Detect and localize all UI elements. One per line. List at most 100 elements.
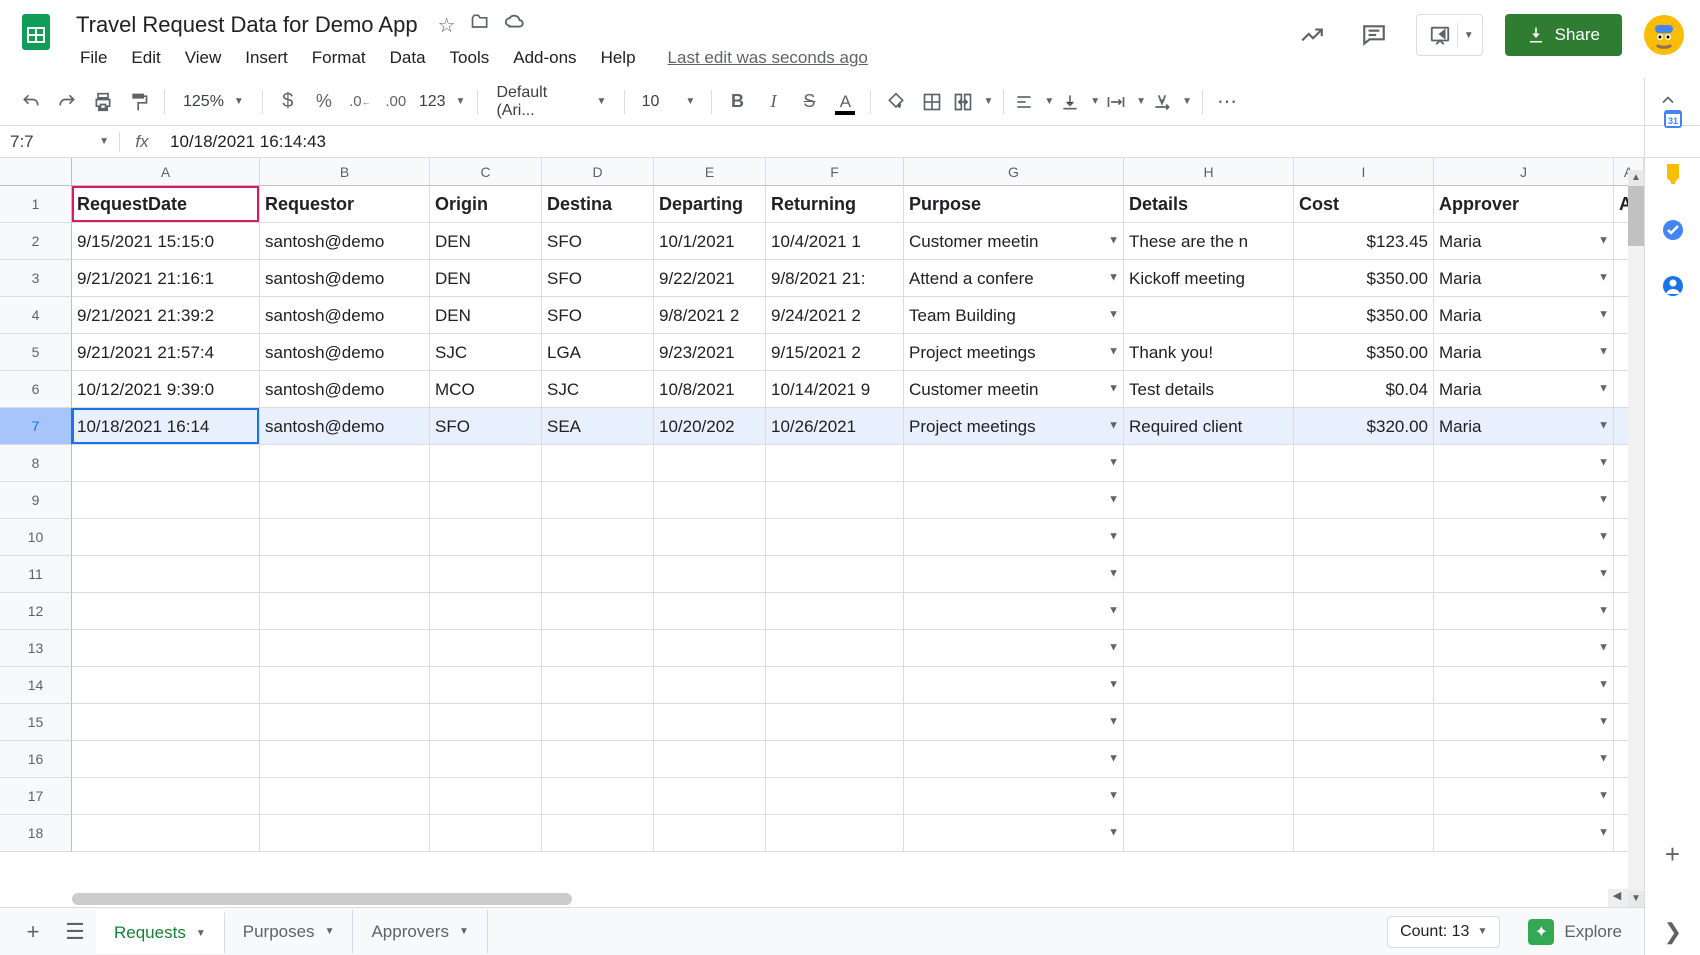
data-cell[interactable]: Maria▼ — [1434, 297, 1614, 334]
selection-summary[interactable]: Count: 13 ▼ — [1387, 916, 1500, 948]
scroll-thumb[interactable] — [1628, 186, 1644, 246]
menu-insert[interactable]: Insert — [235, 44, 298, 72]
formula-input[interactable]: 10/18/2021 16:14:43 — [164, 132, 1700, 152]
empty-cell[interactable] — [542, 556, 654, 593]
column-header[interactable]: G — [904, 158, 1124, 186]
empty-cell[interactable] — [766, 593, 904, 630]
header-cell[interactable]: Purpose — [904, 186, 1124, 223]
data-cell[interactable]: SEA — [542, 408, 654, 445]
empty-cell[interactable]: ▼ — [1434, 704, 1614, 741]
empty-cell[interactable] — [430, 482, 542, 519]
account-avatar[interactable] — [1644, 15, 1684, 55]
data-cell[interactable]: $350.00 — [1294, 334, 1434, 371]
empty-cell[interactable] — [766, 815, 904, 852]
data-cell[interactable]: LGA — [542, 334, 654, 371]
empty-cell[interactable] — [766, 704, 904, 741]
empty-cell[interactable] — [542, 741, 654, 778]
empty-cell[interactable]: ▼ — [1434, 741, 1614, 778]
empty-cell[interactable] — [260, 704, 430, 741]
last-edit-link[interactable]: Last edit was seconds ago — [668, 48, 868, 68]
column-header[interactable]: I — [1294, 158, 1434, 186]
menu-tools[interactable]: Tools — [440, 44, 500, 72]
data-cell[interactable]: 10/4/2021 1 — [766, 223, 904, 260]
row-header[interactable]: 17 — [0, 778, 72, 815]
data-cell[interactable]: SJC — [430, 334, 542, 371]
row-header[interactable]: 8 — [0, 445, 72, 482]
data-cell[interactable]: Team Building▼ — [904, 297, 1124, 334]
empty-cell[interactable] — [260, 778, 430, 815]
empty-cell[interactable]: ▼ — [904, 593, 1124, 630]
data-cell[interactable]: $350.00 — [1294, 260, 1434, 297]
empty-cell[interactable] — [430, 778, 542, 815]
print-button[interactable] — [86, 85, 120, 119]
font-size-select[interactable]: 10▼ — [633, 93, 703, 111]
empty-cell[interactable] — [1294, 704, 1434, 741]
header-cell[interactable]: Departing — [654, 186, 766, 223]
empty-cell[interactable]: ▼ — [1434, 519, 1614, 556]
data-cell[interactable]: $0.04 — [1294, 371, 1434, 408]
empty-cell[interactable] — [430, 630, 542, 667]
name-box[interactable]: 7:7 ▼ — [0, 132, 120, 152]
data-cell[interactable]: 9/15/2021 15:15:0 — [72, 223, 260, 260]
empty-cell[interactable] — [430, 667, 542, 704]
empty-cell[interactable] — [542, 593, 654, 630]
empty-cell[interactable] — [542, 630, 654, 667]
fill-color-button[interactable] — [879, 85, 913, 119]
empty-cell[interactable] — [654, 741, 766, 778]
empty-cell[interactable] — [1294, 630, 1434, 667]
empty-cell[interactable] — [1124, 593, 1294, 630]
data-cell[interactable]: santosh@demo — [260, 223, 430, 260]
data-cell[interactable]: $320.00 — [1294, 408, 1434, 445]
row-header[interactable]: 6 — [0, 371, 72, 408]
data-cell[interactable]: 9/22/2021 — [654, 260, 766, 297]
empty-cell[interactable]: ▼ — [1434, 667, 1614, 704]
empty-cell[interactable] — [430, 704, 542, 741]
data-cell[interactable]: 10/8/2021 — [654, 371, 766, 408]
column-header[interactable]: C — [430, 158, 542, 186]
paint-format-button[interactable] — [122, 85, 156, 119]
decrease-decimal-button[interactable]: .0← — [343, 85, 377, 119]
empty-cell[interactable] — [72, 815, 260, 852]
data-cell[interactable]: santosh@demo — [260, 371, 430, 408]
data-cell[interactable] — [1124, 297, 1294, 334]
empty-cell[interactable] — [654, 704, 766, 741]
empty-cell[interactable] — [260, 815, 430, 852]
data-cell[interactable]: SFO — [542, 260, 654, 297]
data-cell[interactable]: $123.45 — [1294, 223, 1434, 260]
data-cell[interactable]: Attend a confere▼ — [904, 260, 1124, 297]
contacts-icon[interactable] — [1661, 274, 1685, 298]
document-title[interactable]: Travel Request Data for Demo App — [70, 10, 424, 40]
empty-cell[interactable] — [260, 519, 430, 556]
data-cell[interactable]: SFO — [430, 408, 542, 445]
empty-cell[interactable] — [1124, 667, 1294, 704]
menu-edit[interactable]: Edit — [121, 44, 170, 72]
empty-cell[interactable] — [72, 519, 260, 556]
empty-cell[interactable] — [654, 519, 766, 556]
data-cell[interactable]: 9/21/2021 21:39:2 — [72, 297, 260, 334]
empty-cell[interactable]: ▼ — [904, 704, 1124, 741]
header-cell[interactable]: Cost — [1294, 186, 1434, 223]
empty-cell[interactable] — [430, 741, 542, 778]
empty-cell[interactable] — [260, 482, 430, 519]
increase-decimal-button[interactable]: .00 — [379, 85, 413, 119]
empty-cell[interactable] — [766, 482, 904, 519]
data-cell[interactable]: 10/18/2021 16:14 — [72, 408, 260, 445]
empty-cell[interactable]: ▼ — [904, 741, 1124, 778]
data-cell[interactable]: 9/15/2021 2 — [766, 334, 904, 371]
add-addon-icon[interactable]: + — [1661, 839, 1685, 863]
row-header[interactable]: 2 — [0, 223, 72, 260]
empty-cell[interactable] — [542, 815, 654, 852]
font-select[interactable]: Default (Ari...▼ — [486, 84, 616, 120]
empty-cell[interactable] — [766, 667, 904, 704]
sheet-tab[interactable]: Approvers▼ — [353, 910, 487, 953]
borders-button[interactable] — [915, 85, 949, 119]
data-cell[interactable]: 10/12/2021 9:39:0 — [72, 371, 260, 408]
menu-view[interactable]: View — [175, 44, 232, 72]
empty-cell[interactable] — [260, 667, 430, 704]
show-side-panel-button[interactable]: ❯ — [1664, 919, 1682, 945]
empty-cell[interactable] — [72, 593, 260, 630]
empty-cell[interactable] — [260, 630, 430, 667]
empty-cell[interactable] — [1294, 519, 1434, 556]
header-cell[interactable]: Details — [1124, 186, 1294, 223]
empty-cell[interactable] — [1124, 630, 1294, 667]
